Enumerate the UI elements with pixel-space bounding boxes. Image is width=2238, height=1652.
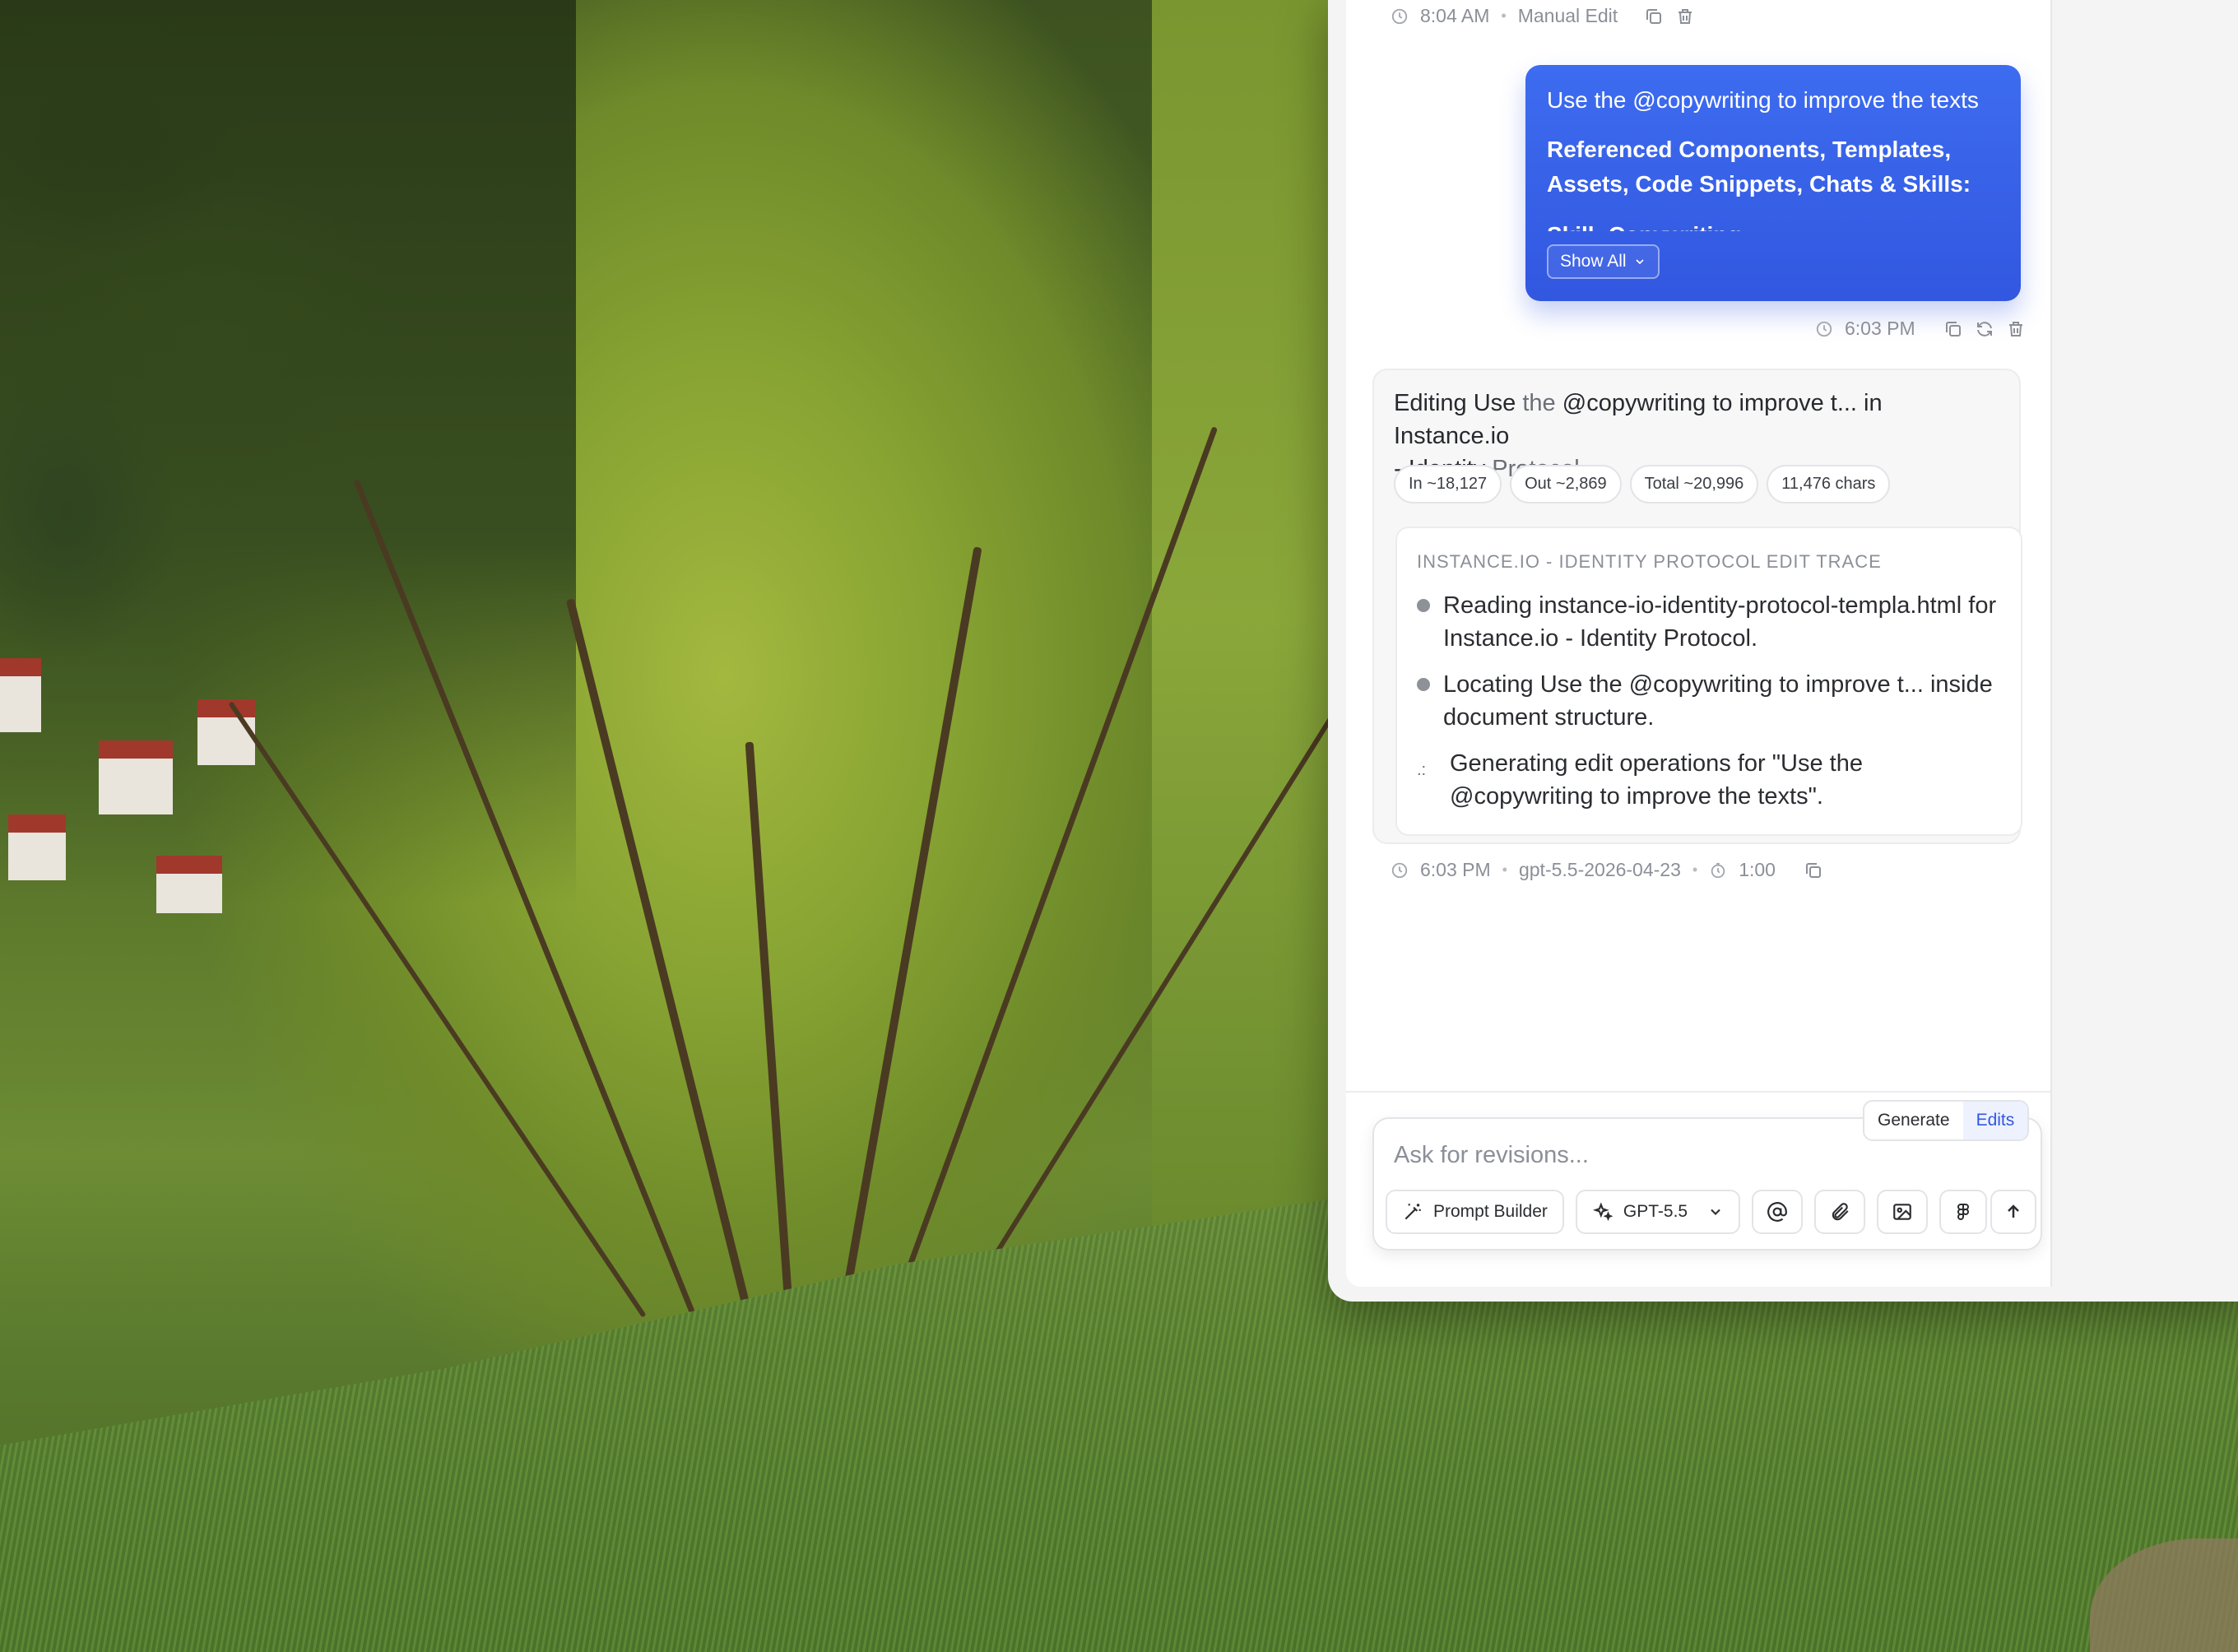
title-use: Use [1473,390,1516,416]
image-icon [1892,1201,1913,1223]
clock-icon [1815,320,1833,338]
chat-panel: 8:04 AM • Manual Edit Use the @copywriti… [1346,0,2052,1287]
revision-input[interactable] [1394,1137,1838,1173]
tree-trunk [745,741,798,1383]
generation-duration: 1:00 [1739,859,1776,880]
mode-edits-tab[interactable]: Edits [1962,1102,2028,1139]
tree-trunk [831,546,982,1358]
copy-icon[interactable] [1804,861,1823,880]
at-sign-icon [1767,1201,1788,1223]
figma-icon [1953,1201,1973,1223]
wallpaper-forest [0,0,576,905]
chevron-down-icon [1633,255,1646,268]
paperclip-icon [1829,1201,1850,1223]
chevron-down-icon [1707,1204,1724,1220]
wallpaper-house [8,814,66,880]
mention-button[interactable] [1752,1190,1804,1234]
user-message-text: Use the @copywriting to improve the text… [1547,87,1979,113]
user-message-bubble: Use the @copywriting to improve the text… [1525,65,2021,301]
loading-spinner-icon: .: [1417,761,1427,779]
magic-wand-icon [1402,1201,1423,1223]
model-name: gpt-5.5-2026-04-23 [1518,859,1681,880]
user-message-meta: 6:03 PM [1815,318,2026,340]
meta-separator: • [1692,861,1698,878]
trace-item-text: Locating Use the @copywriting to improve… [1443,671,1993,731]
meta-separator: • [1501,7,1507,24]
mode-toggle: Generate Edits [1863,1100,2030,1141]
trace-item-text: Generating edit operations for "Use the … [1450,750,1863,810]
copy-icon[interactable] [1943,319,1963,339]
sparkle-icon [1592,1201,1613,1223]
chip-output-tokens: Out ~2,869 [1510,465,1622,503]
wallpaper-house [0,658,41,732]
wallpaper-house [99,740,173,814]
meta-separator: • [1502,861,1507,878]
trace-item-active: .: Generating edit operations for "Use t… [1417,747,2001,813]
trace-item: Locating Use the @copywriting to improve… [1417,668,2001,734]
meta-time: 8:04 AM [1420,5,1490,26]
prompt-builder-label: Prompt Builder [1433,1202,1548,1221]
arrow-up-icon [2004,1202,2023,1222]
user-message-time: 6:03 PM [1845,318,1915,339]
trace-item-text: Reading instance-io-identity-protocol-te… [1443,592,1997,652]
trace-heading: INSTANCE.IO - IDENTITY PROTOCOL EDIT TRA… [1417,551,1882,572]
copy-icon[interactable] [1644,7,1664,26]
show-all-label: Show All [1560,252,1627,271]
token-usage-chips: In ~18,127 Out ~2,869 Total ~20,996 11,4… [1394,465,1891,503]
composer-divider [1346,1091,2050,1093]
trace-item: Reading instance-io-identity-protocol-te… [1417,589,2001,655]
wallpaper-house [156,856,222,913]
clock-icon [1391,7,1409,26]
previous-message-meta: 8:04 AM • Manual Edit [1391,5,1695,27]
attach-file-button[interactable] [1814,1190,1866,1234]
assistant-time: 6:03 PM [1420,859,1491,880]
mode-generate-tab[interactable]: Generate [1864,1102,1963,1139]
clock-icon [1391,861,1409,879]
model-select[interactable]: GPT-5.5 [1575,1190,1741,1234]
meta-label: Manual Edit [1517,5,1618,26]
trace-bullet [1417,599,1430,612]
assistant-message-card: Editing Use the @copywriting to improve … [1372,369,2022,844]
send-button[interactable] [1990,1190,2037,1234]
show-all-button[interactable]: Show All [1547,244,1660,279]
user-message-references: Referenced Components, Templates, Assets… [1547,137,1971,197]
edit-trace-panel: INSTANCE.IO - IDENTITY PROTOCOL EDIT TRA… [1395,527,2022,836]
app-window: 8:04 AM • Manual Edit Use the @copywriti… [1328,0,2238,1302]
trace-bullet [1417,678,1430,691]
assistant-message-meta: 6:03 PM • gpt-5.5-2026-04-23 • 1:00 [1391,859,1823,881]
title-rest: @copywriting to improve t... in Instance… [1394,390,1883,449]
composer-toolbar: Prompt Builder GPT-5.5 [1386,1190,2037,1234]
model-select-label: GPT-5.5 [1623,1202,1688,1221]
user-message-skill: Skill: Copywriting [1547,220,1999,231]
chip-char-count: 11,476 chars [1767,465,1891,503]
figma-import-button[interactable] [1939,1190,1988,1234]
refresh-icon[interactable] [1975,319,1994,339]
trash-icon[interactable] [2006,319,2026,339]
trash-icon[interactable] [1675,7,1695,26]
timer-icon [1709,861,1727,879]
prompt-builder-button[interactable]: Prompt Builder [1386,1190,1564,1234]
chip-total-tokens: Total ~20,996 [1629,465,1759,503]
attach-image-button[interactable] [1877,1190,1929,1234]
title-the: the [1522,390,1556,416]
chip-input-tokens: In ~18,127 [1394,465,1502,503]
title-prefix: Editing [1394,390,1467,416]
